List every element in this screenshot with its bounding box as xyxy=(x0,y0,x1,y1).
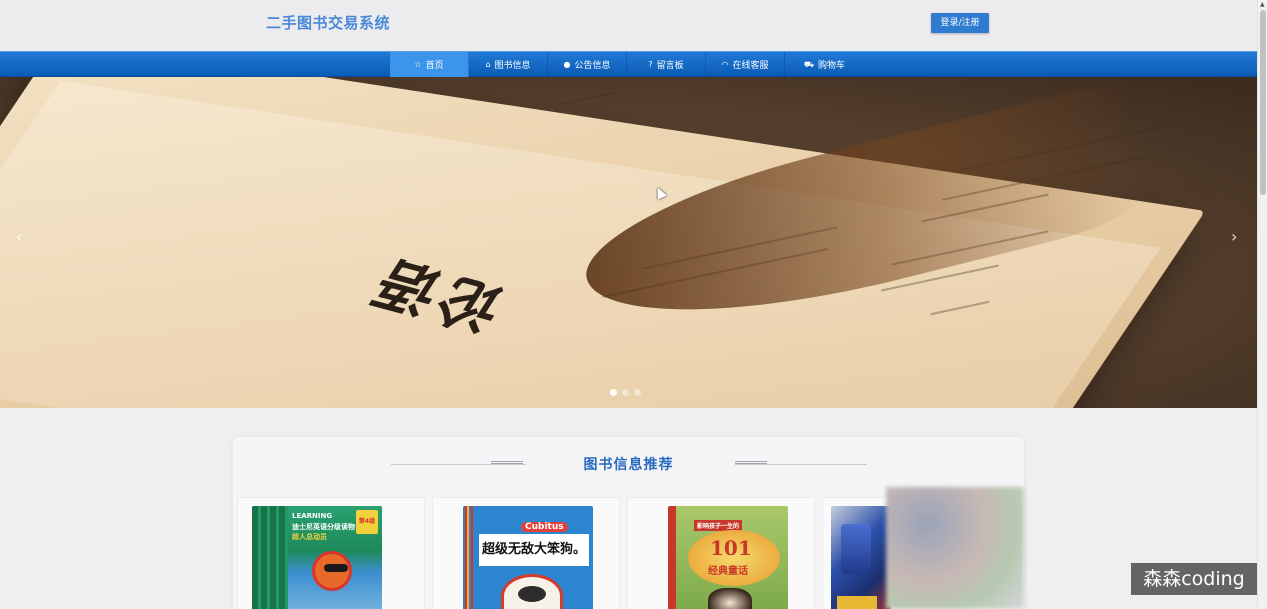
nav-item-message-board[interactable]: ? 留言板 xyxy=(627,52,706,77)
watermark-label: 森森coding xyxy=(1131,563,1257,595)
nav-item-books[interactable]: ⌂ 图书信息 xyxy=(469,52,548,77)
cover-brand: Cubitus xyxy=(521,522,568,532)
carousel-dot[interactable] xyxy=(610,389,617,396)
cart-icon: ⛟ xyxy=(803,59,815,69)
carousel-dot[interactable] xyxy=(634,389,641,396)
carousel-dot[interactable] xyxy=(622,389,629,396)
scroll-up-arrow-icon[interactable]: ▲ xyxy=(1260,1,1265,8)
login-register-button[interactable]: 登录/注册 xyxy=(931,13,989,33)
nav-list: ☆ 首页 ⌂ 图书信息 ● 公告信息 ? 留言板 ◠ 在线客服 ⛟ 购物车 xyxy=(390,52,864,77)
section-title: 图书信息推荐 xyxy=(583,457,674,473)
level-badge: 第4级 xyxy=(356,510,378,534)
main-nav: ☆ 首页 ⌂ 图书信息 ● 公告信息 ? 留言板 ◠ 在线客服 ⛟ 购物车 xyxy=(0,51,1257,77)
book-cover-image xyxy=(831,506,891,609)
book-cover-image: Cubitus 超级无敌大笨狗。 xyxy=(463,506,593,609)
nav-item-cart[interactable]: ⛟ 购物车 xyxy=(785,52,864,77)
headset-icon: ◠ xyxy=(721,59,729,69)
cover-brand: LEARNING xyxy=(292,512,333,520)
cover-title: 迪士尼英语分级读物 xyxy=(292,523,355,531)
cover-subtitle: 经典童话 xyxy=(708,566,748,577)
banner-carousel[interactable]: 论语 ‹ › xyxy=(0,77,1257,408)
text-line xyxy=(560,90,620,106)
book-cover-image: LEARNING 迪士尼英语分级读物 超人总动员 第4级 xyxy=(252,506,382,609)
nav-item-label: 在线客服 xyxy=(732,61,769,71)
nav-item-home[interactable]: ☆ 首页 xyxy=(390,52,469,77)
book-card[interactable]: LEARNING 迪士尼英语分级读物 超人总动员 第4级 xyxy=(237,497,425,609)
star-icon: ☆ xyxy=(414,59,422,69)
bag-icon: ⌂ xyxy=(485,59,491,69)
scrollbar-thumb[interactable] xyxy=(1260,10,1266,195)
nav-item-label: 图书信息 xyxy=(494,61,531,71)
book-cover-image: 影响孩子一生的 101 经典童话 xyxy=(668,506,788,609)
nav-item-label: 公告信息 xyxy=(574,61,611,71)
info-icon: ● xyxy=(563,59,571,69)
blurred-region xyxy=(886,487,1024,609)
book-card[interactable]: 影响孩子一生的 101 经典童话 xyxy=(627,497,815,609)
question-icon: ? xyxy=(648,59,653,69)
cover-title: 超级无敌大笨狗。 xyxy=(479,534,589,566)
nav-item-label: 首页 xyxy=(425,61,444,71)
page-scrollbar[interactable]: ▲ xyxy=(1257,0,1267,609)
carousel-next-button[interactable]: › xyxy=(1231,227,1237,246)
book-card[interactable]: Cubitus 超级无敌大笨狗。 xyxy=(432,497,620,609)
nav-item-notices[interactable]: ● 公告信息 xyxy=(548,52,627,77)
cover-subtitle: 超人总动员 xyxy=(292,533,327,541)
site-header: 二手图书交易系统 登录/注册 xyxy=(0,0,1257,51)
carousel-indicators xyxy=(610,389,641,396)
site-title[interactable]: 二手图书交易系统 xyxy=(266,12,390,33)
cover-title: 101 xyxy=(710,536,752,560)
nav-item-online-service[interactable]: ◠ 在线客服 xyxy=(706,52,785,77)
carousel-prev-button[interactable]: ‹ xyxy=(16,227,22,246)
nav-item-label: 留言板 xyxy=(656,61,684,71)
nav-item-label: 购物车 xyxy=(818,61,846,71)
